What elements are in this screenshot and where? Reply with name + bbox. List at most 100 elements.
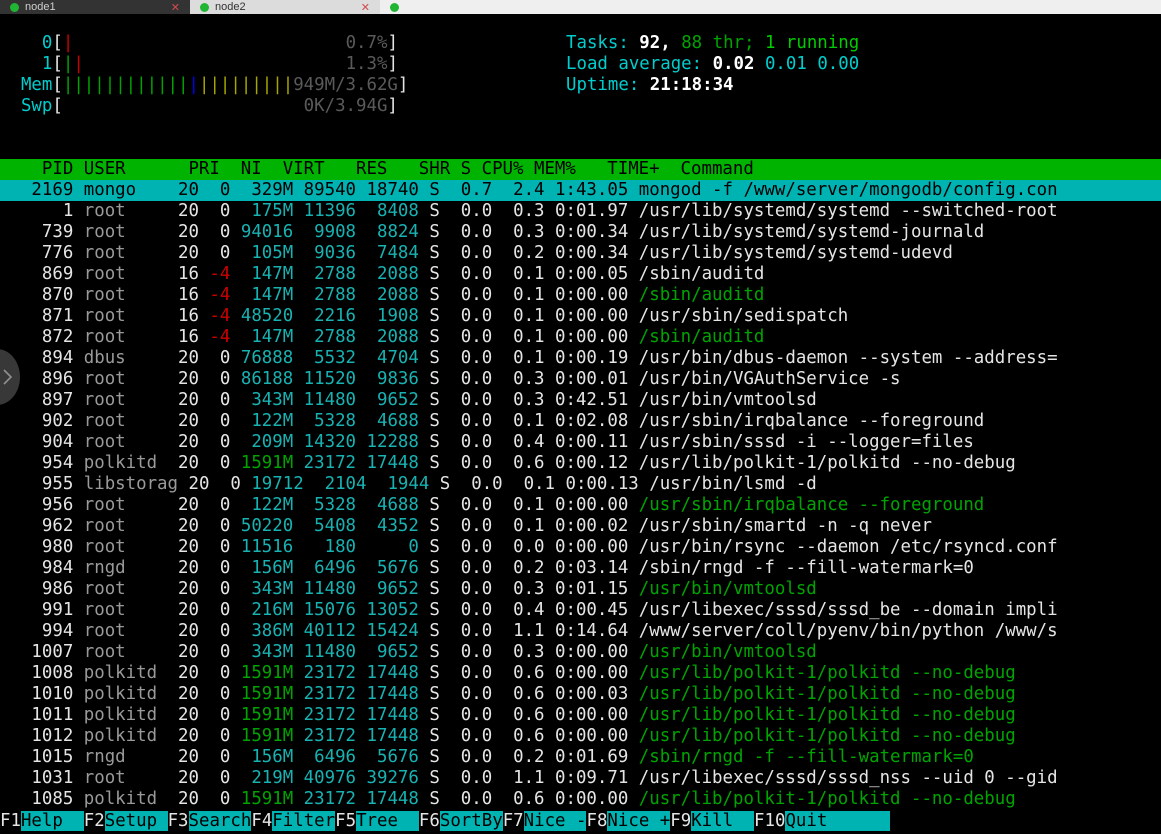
- table-row[interactable]: 871 root 16 -4 48520 2216 1908 S 0.0 0.1…: [0, 306, 1161, 327]
- tab-close-icon[interactable]: ✕: [361, 1, 370, 14]
- cell-virt: 175M: [230, 201, 294, 221]
- table-row[interactable]: 994 root 20 0 386M 40112 15424 S 0.0 1.1…: [0, 621, 1161, 642]
- cell-state: S: [418, 411, 440, 431]
- table-row[interactable]: 955 libstorag 20 0 19712 2104 1944 S 0.0…: [0, 474, 1161, 495]
- fkey-label-quit[interactable]: Quit: [785, 811, 891, 831]
- table-row[interactable]: 902 root 20 0 122M 5328 4688 S 0.0 0.1 0…: [0, 411, 1161, 432]
- cell-res: 40976: [293, 768, 357, 788]
- table-row[interactable]: 962 root 20 0 50220 5408 4352 S 0.0 0.1 …: [0, 516, 1161, 537]
- meter-open-bracket: [: [52, 75, 63, 95]
- table-row[interactable]: 956 root 20 0 122M 5328 4688 S 0.0 0.1 0…: [0, 495, 1161, 516]
- table-row[interactable]: 897 root 20 0 343M 11480 9652 S 0.0 0.3 …: [0, 390, 1161, 411]
- fkey-number-f10[interactable]: F10: [754, 811, 786, 831]
- cell-virt: 386M: [230, 621, 294, 641]
- cell-mem-percent: 0.6: [492, 453, 545, 473]
- swap-meter-label: Swp: [0, 96, 53, 116]
- terminal-tab-bar[interactable]: node1 ✕ node2 ✕: [0, 0, 1161, 14]
- table-row[interactable]: 739 root 20 0 94016 9908 8824 S 0.0 0.3 …: [0, 222, 1161, 243]
- table-row[interactable]: 980 root 20 0 11516 180 0 S 0.0 0.0 0:00…: [0, 537, 1161, 558]
- cell-state: S: [418, 705, 440, 725]
- tab-close-icon[interactable]: ✕: [171, 1, 180, 14]
- function-key-bar[interactable]: F1Help F2Setup F3SearchF4FilterF5Tree F6…: [0, 808, 1161, 834]
- cell-mem-percent: 0.6: [492, 726, 545, 746]
- fkey-label-help[interactable]: Help: [20, 811, 84, 831]
- table-row[interactable]: 1015 rngd 20 0 156M 6496 5676 S 0.0 0.2 …: [0, 747, 1161, 768]
- cell-command: /usr/lib/polkit-1/polkitd --no-debug: [628, 684, 1016, 704]
- table-row[interactable]: 904 root 20 0 209M 14320 12288 S 0.0 0.4…: [0, 432, 1161, 453]
- process-table-header[interactable]: PID USER PRI NI VIRT RES SHR S CPU% MEM%…: [0, 159, 1161, 180]
- table-row[interactable]: 1 root 20 0 175M 11396 8408 S 0.0 0.3 0:…: [0, 201, 1161, 222]
- fkey-label-setup[interactable]: Setup: [104, 811, 168, 831]
- table-row[interactable]: 1012 polkitd 20 0 1591M 23172 17448 S 0.…: [0, 726, 1161, 747]
- table-row[interactable]: 991 root 20 0 216M 15076 13052 S 0.0 0.4…: [0, 600, 1161, 621]
- fkey-number-f8[interactable]: F8: [586, 811, 608, 831]
- table-row[interactable]: 1008 polkitd 20 0 1591M 23172 17448 S 0.…: [0, 663, 1161, 684]
- fkey-number-f9[interactable]: F9: [670, 811, 692, 831]
- cell-time: 0:09.71: [544, 768, 629, 788]
- table-row[interactable]: 869 root 16 -4 147M 2788 2088 S 0.0 0.1 …: [0, 264, 1161, 285]
- cell-time: 0:01.69: [544, 747, 629, 767]
- fkey-label-nice[interactable]: Nice +: [607, 811, 671, 831]
- table-row[interactable]: 1085 polkitd 20 0 1591M 23172 17448 S 0.…: [0, 789, 1161, 810]
- table-row[interactable]: 1010 polkitd 20 0 1591M 23172 17448 S 0.…: [0, 684, 1161, 705]
- cell-ni: 0: [198, 348, 231, 368]
- tasks-label: Tasks:: [566, 33, 629, 53]
- cell-shr: 9652: [356, 642, 419, 662]
- cell-ni: 0: [198, 684, 231, 704]
- cell-res: 11520: [293, 369, 357, 389]
- cell-pid: 2169: [0, 180, 74, 200]
- fkey-number-f6[interactable]: F6: [418, 811, 440, 831]
- table-row[interactable]: 2169 mongo 20 0 329M 89540 18740 S 0.7 2…: [0, 180, 1161, 201]
- cell-pri: 20: [167, 747, 199, 767]
- cell-state: S: [418, 264, 440, 284]
- cell-user: root: [73, 264, 168, 284]
- cell-mem-percent: 2.4: [492, 180, 545, 200]
- fkey-label-kill[interactable]: Kill: [691, 811, 755, 831]
- table-row[interactable]: 894 dbus 20 0 76888 5532 4704 S 0.0 0.1 …: [0, 348, 1161, 369]
- cell-res: 14320: [293, 432, 357, 452]
- fkey-number-f3[interactable]: F3: [167, 811, 189, 831]
- cell-shr: 7484: [356, 243, 419, 263]
- column-header-text: PID USER PRI NI VIRT RES SHR S CPU% MEM%…: [0, 159, 754, 179]
- terminal-tab-3[interactable]: [380, 0, 440, 14]
- table-row[interactable]: 1011 polkitd 20 0 1591M 23172 17448 S 0.…: [0, 705, 1161, 726]
- table-row[interactable]: 870 root 16 -4 147M 2788 2088 S 0.0 0.1 …: [0, 285, 1161, 306]
- fkey-number-f1[interactable]: F1: [0, 811, 21, 831]
- cell-command: /usr/libexec/sssd/sssd_nss --uid 0 --gid: [628, 768, 1058, 788]
- htop-terminal[interactable]: 0[| 0.7%] 1[|| 1.3%] Mem[|||||||||||||||…: [0, 14, 1161, 834]
- table-row[interactable]: 896 root 20 0 86188 11520 9836 S 0.0 0.3…: [0, 369, 1161, 390]
- process-table-body[interactable]: 2169 mongo 20 0 329M 89540 18740 S 0.7 2…: [0, 180, 1161, 810]
- fkey-label-tree[interactable]: Tree: [356, 811, 419, 831]
- cell-pid: 872: [0, 327, 74, 347]
- table-row[interactable]: 1007 root 20 0 343M 11480 9652 S 0.0 0.3…: [0, 642, 1161, 663]
- fkey-number-f7[interactable]: F7: [502, 811, 524, 831]
- cell-virt: 147M: [230, 285, 294, 305]
- cell-command: /usr/bin/vmtoolsd: [628, 579, 817, 599]
- fkey-label-search[interactable]: Search: [188, 811, 252, 831]
- terminal-tab-2[interactable]: node2 ✕: [190, 0, 380, 14]
- fkey-number-f2[interactable]: F2: [83, 811, 105, 831]
- table-row[interactable]: 776 root 20 0 105M 9036 7484 S 0.0 0.2 0…: [0, 243, 1161, 264]
- terminal-tab-1[interactable]: node1 ✕: [0, 0, 190, 14]
- cell-shr: 0: [356, 537, 419, 557]
- cell-shr: 12288: [356, 432, 419, 452]
- table-row[interactable]: 1031 root 20 0 219M 40976 39276 S 0.0 1.…: [0, 768, 1161, 789]
- fkey-label-filter[interactable]: Filter: [272, 811, 336, 831]
- cell-virt: 11516: [230, 537, 294, 557]
- cell-shr: 9652: [356, 579, 419, 599]
- table-row[interactable]: 986 root 20 0 343M 11480 9652 S 0.0 0.3 …: [0, 579, 1161, 600]
- cell-cpu-percent: 0.0: [439, 789, 493, 809]
- cell-ni: 0: [198, 663, 231, 683]
- fkey-label-sortby[interactable]: SortBy: [439, 811, 503, 831]
- fkey-label-nice[interactable]: Nice -: [523, 811, 587, 831]
- fkey-number-f4[interactable]: F4: [251, 811, 273, 831]
- cell-virt: 50220: [230, 516, 294, 536]
- cell-res: 23172: [293, 684, 357, 704]
- table-row[interactable]: 954 polkitd 20 0 1591M 23172 17448 S 0.0…: [0, 453, 1161, 474]
- cell-cpu-percent: 0.0: [439, 621, 493, 641]
- table-row[interactable]: 872 root 16 -4 147M 2788 2088 S 0.0 0.1 …: [0, 327, 1161, 348]
- table-row[interactable]: 984 rngd 20 0 156M 6496 5676 S 0.0 0.2 0…: [0, 558, 1161, 579]
- load-avg-1m: 0.02: [702, 54, 755, 74]
- fkey-number-f5[interactable]: F5: [335, 811, 357, 831]
- cell-ni: 0: [198, 726, 231, 746]
